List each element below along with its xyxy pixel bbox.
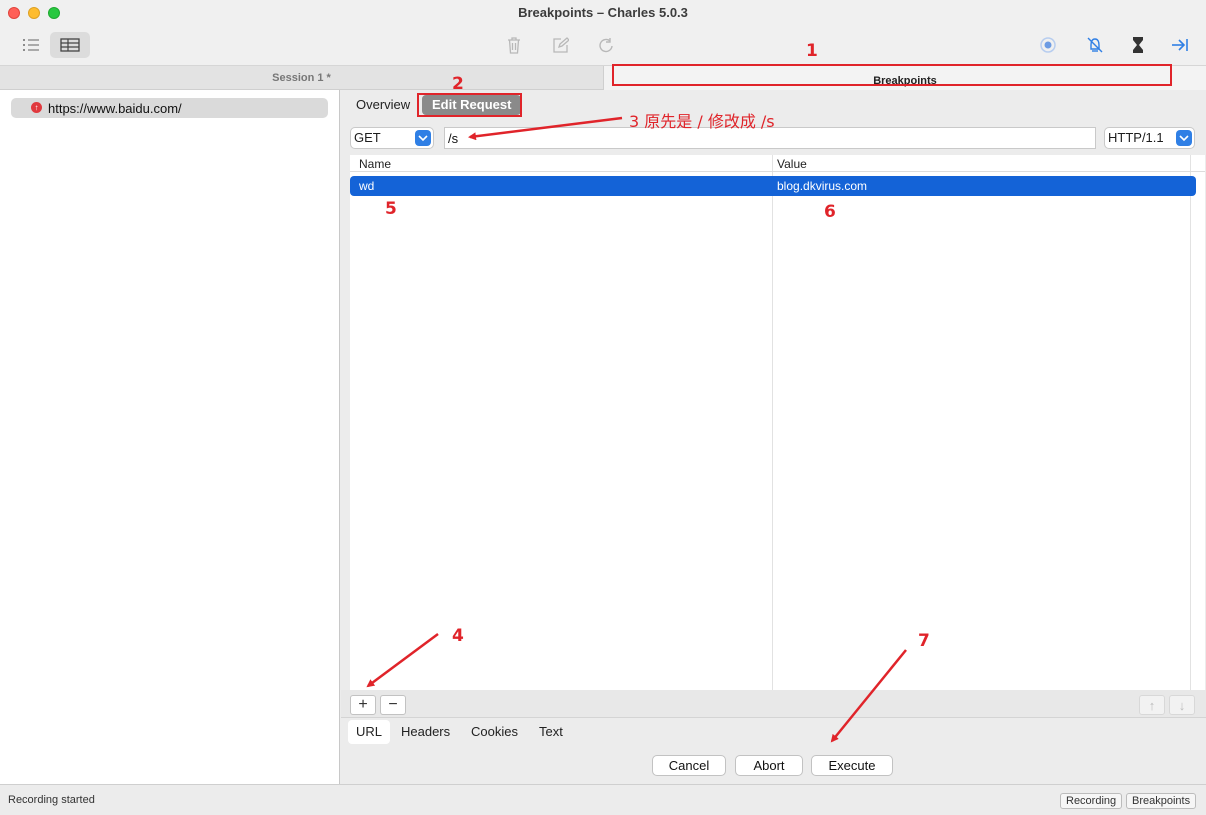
tab-cookies[interactable]: Cookies (463, 720, 526, 744)
arrow-right-bar-icon (1172, 39, 1188, 51)
compose-button[interactable] (1168, 32, 1192, 58)
status-text: Recording started (8, 794, 95, 806)
annotation-number-7: 7 (918, 631, 930, 651)
chevron-down-icon (415, 130, 431, 146)
tab-url[interactable]: URL (348, 720, 391, 744)
chevron-down-icon (1176, 130, 1192, 146)
tab-overview[interactable]: Overview (348, 94, 418, 116)
annotation-number-1: 1 (806, 41, 818, 61)
column-header-value[interactable]: Value (777, 157, 807, 171)
move-down-button[interactable]: ↓ (1169, 695, 1195, 715)
record-icon (1040, 37, 1056, 53)
title-bar: Breakpoints – Charles 5.0.3 (0, 0, 1206, 66)
status-bar: Recording started Recording Breakpoints (0, 784, 1206, 815)
cancel-button[interactable]: Cancel (652, 755, 726, 776)
tree-item-label: https://www.baidu.com/ (48, 100, 182, 116)
pencil-icon (552, 36, 569, 53)
execute-button[interactable]: Execute (811, 755, 893, 776)
param-name-cell[interactable]: wd (359, 179, 374, 193)
breakpoint-icon: ↑ (31, 102, 42, 113)
table-icon (60, 38, 80, 52)
record-button[interactable] (1036, 32, 1060, 58)
request-section-tabs: URL Headers Cookies Text (341, 720, 1206, 744)
annotation-number-4: 4 (452, 626, 464, 646)
abort-button[interactable]: Abort (735, 755, 803, 776)
table-row[interactable]: wd blog.dkvirus.com (350, 176, 1196, 196)
breakpoints-status-button[interactable]: Breakpoints (1126, 793, 1197, 809)
annotation-box-1 (612, 64, 1172, 86)
add-row-button[interactable]: + (350, 695, 376, 715)
trash-icon (508, 37, 520, 54)
annotation-number-2: 2 (452, 74, 464, 94)
sequence-view-button[interactable] (50, 32, 90, 58)
method-value: GET (354, 130, 381, 145)
query-params-table: Name Value wd blog.dkvirus.com (350, 155, 1205, 690)
annotation-number-6: 6 (824, 202, 836, 222)
request-tree: ↑ https://www.baidu.com/ (0, 90, 340, 784)
column-header-name[interactable]: Name (359, 157, 391, 171)
param-value-cell[interactable]: blog.dkvirus.com (777, 179, 867, 193)
annotation-number-5: 5 (385, 199, 397, 219)
edit-button[interactable] (548, 32, 572, 58)
tab-text[interactable]: Text (531, 720, 571, 744)
window-title: Breakpoints – Charles 5.0.3 (518, 5, 688, 20)
remove-row-button[interactable]: − (380, 695, 406, 715)
method-select[interactable]: GET (350, 127, 434, 149)
protocol-value: HTTP/1.1 (1108, 130, 1164, 145)
annotation-box-2 (417, 93, 522, 117)
throttle-button[interactable] (1083, 32, 1107, 58)
refresh-icon (598, 37, 613, 52)
breakpoints-toggle-button[interactable] (1126, 32, 1150, 58)
turtle-icon (1087, 37, 1103, 53)
tree-item-baidu[interactable]: ↑ https://www.baidu.com/ (11, 98, 328, 118)
table-controls: + − ↑ ↓ (341, 690, 1206, 718)
move-up-button[interactable]: ↑ (1139, 695, 1165, 715)
repeat-button[interactable] (594, 32, 618, 58)
column-divider[interactable] (772, 155, 773, 690)
recording-status-button[interactable]: Recording (1060, 793, 1123, 809)
tab-headers[interactable]: Headers (393, 720, 458, 744)
breakpoint-editor: Overview Edit Request GET HTTP/1.1 Name … (341, 90, 1206, 784)
clear-session-button[interactable] (502, 32, 526, 58)
table-header: Name Value (350, 155, 1205, 172)
list-icon (23, 39, 39, 51)
structure-view-button[interactable] (14, 32, 48, 58)
protocol-select[interactable]: HTTP/1.1 (1104, 127, 1195, 149)
annotation-note-3: 3 原先是 / 修改成 /s (629, 112, 775, 131)
column-divider (1190, 155, 1191, 690)
tab-session[interactable]: Session 1 * (0, 66, 604, 90)
hourglass-icon (1133, 37, 1143, 53)
